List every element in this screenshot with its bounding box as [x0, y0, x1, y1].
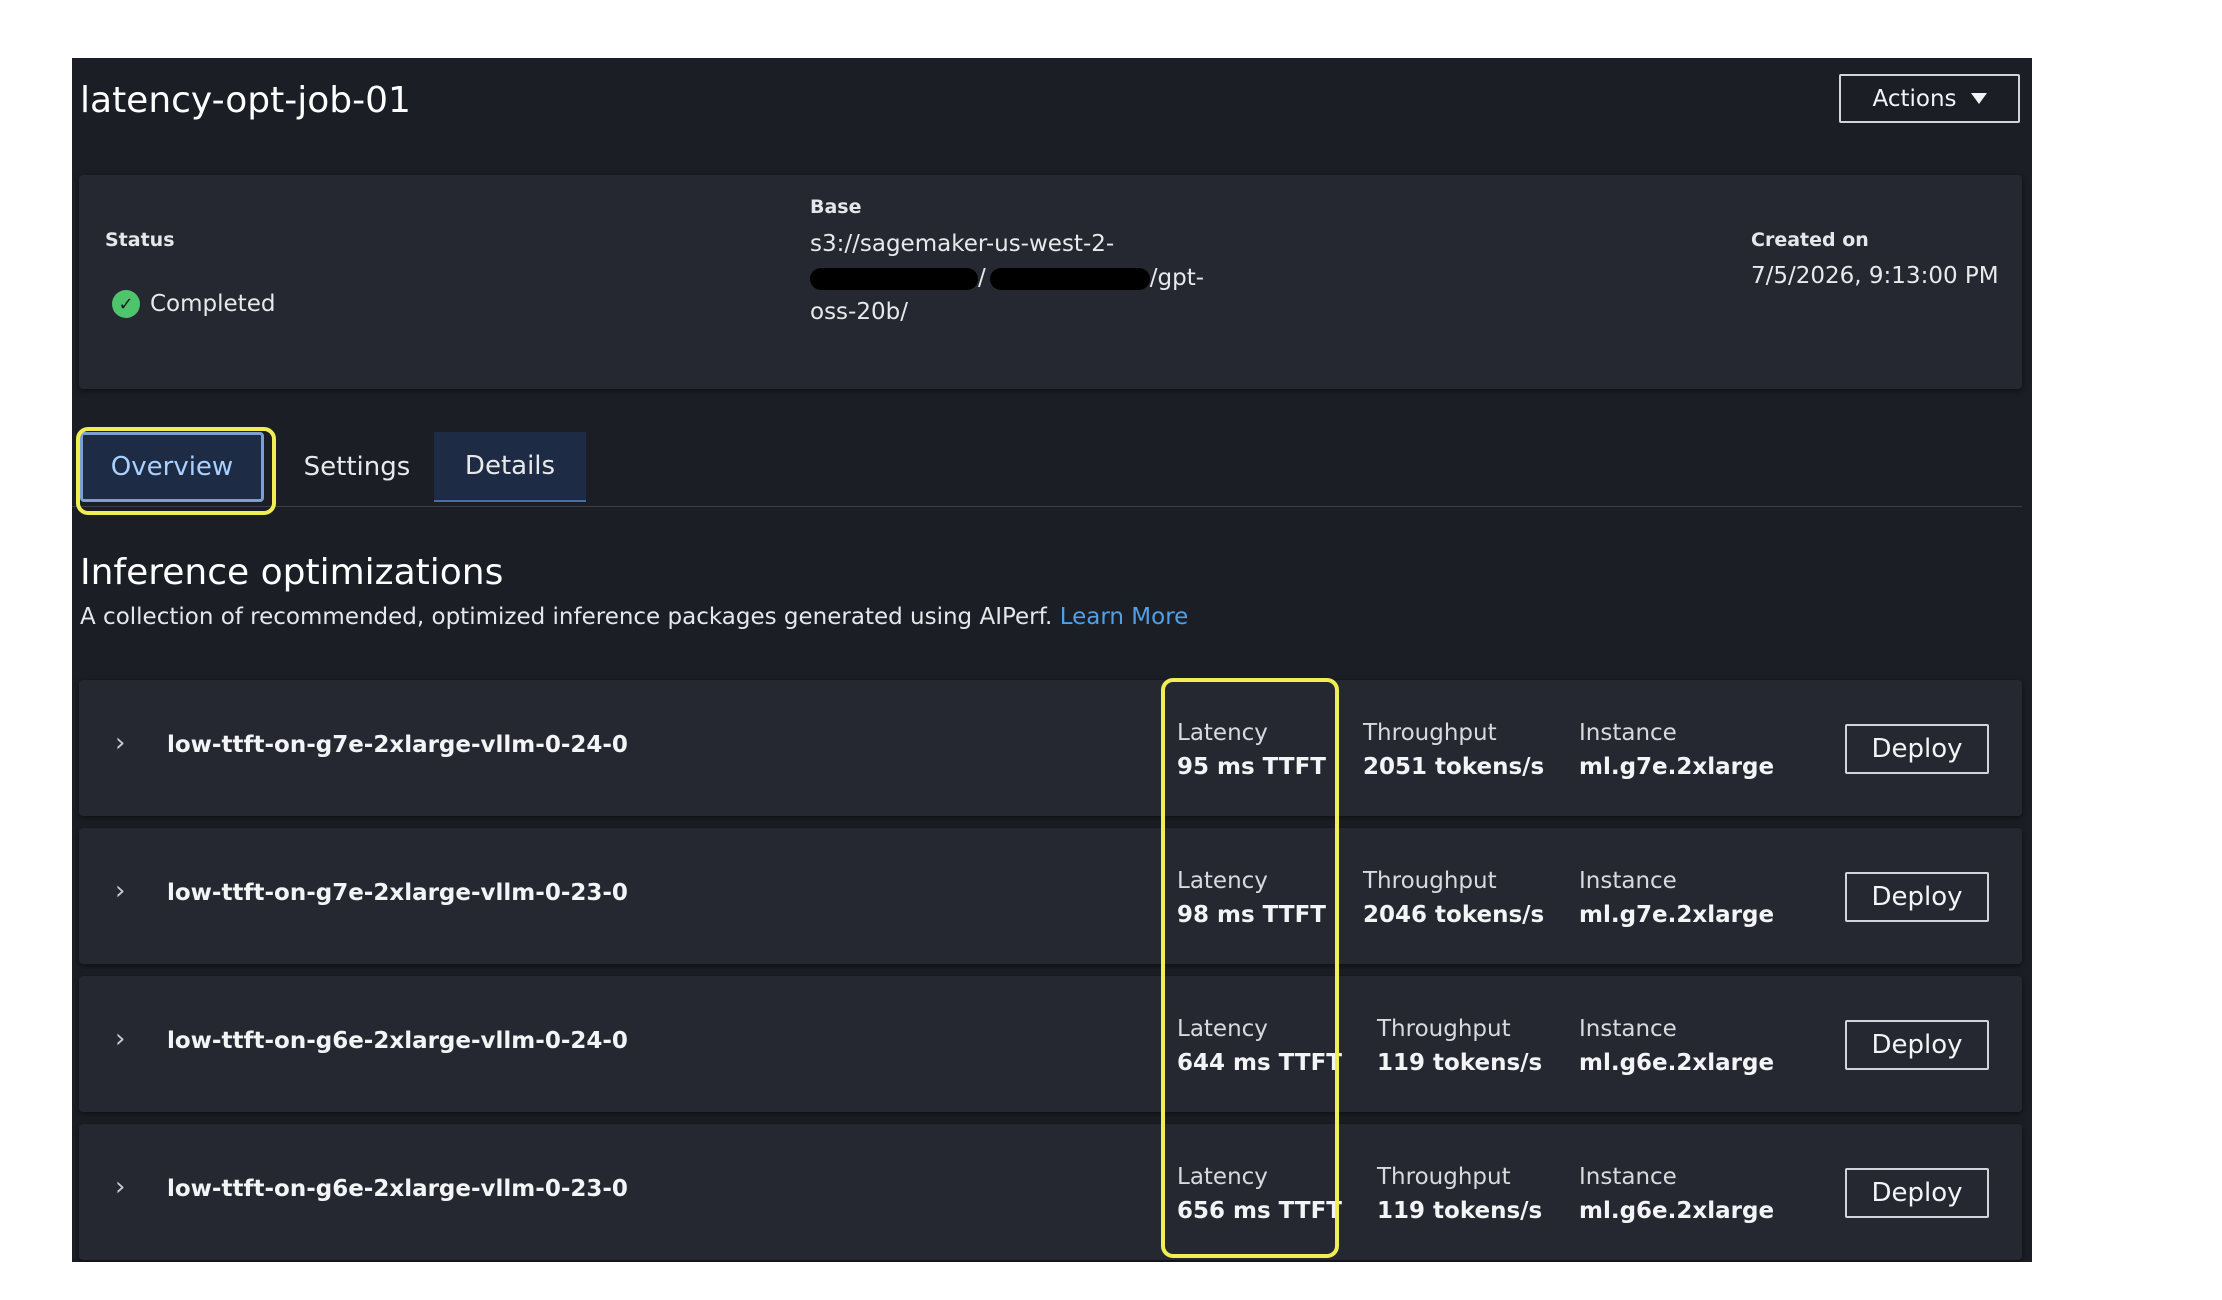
caret-down-icon [1970, 93, 1987, 104]
chevron-right-icon[interactable]: › [115, 728, 125, 758]
created-label: Created on [1751, 229, 1869, 251]
throughput-value: 119 tokens/s [1377, 1198, 1543, 1224]
latency-label: Latency [1177, 720, 1268, 746]
instance-value: ml.g6e.2xlarge [1579, 1198, 1775, 1224]
status-value: ✓ Completed [112, 290, 275, 318]
actions-label: Actions [1872, 85, 1957, 112]
instance-metric: Instance ml.g7e.2xlarge [1579, 716, 1774, 784]
package-name: low-ttft-on-g7e-2xlarge-vllm-0-24-0 [167, 732, 628, 758]
instance-metric: Instance ml.g7e.2xlarge [1579, 864, 1774, 932]
base-separator: / [978, 265, 986, 291]
throughput-metric: Throughput 2046 tokens/s [1363, 864, 1544, 932]
tab-overview[interactable]: Overview [80, 432, 264, 502]
package-name: low-ttft-on-g6e-2xlarge-vllm-0-24-0 [167, 1028, 628, 1054]
actions-button[interactable]: Actions [1839, 74, 2020, 123]
learn-more-link[interactable]: Learn More [1060, 604, 1189, 630]
status-text: Completed [150, 291, 276, 317]
throughput-value: 2046 tokens/s [1363, 902, 1545, 928]
job-details-page: latency-opt-job-01 Actions Status ✓ Comp… [72, 58, 2032, 1262]
throughput-label: Throughput [1377, 1164, 1511, 1190]
throughput-label: Throughput [1363, 868, 1497, 894]
package-name: low-ttft-on-g6e-2xlarge-vllm-0-23-0 [167, 1176, 628, 1202]
instance-value: ml.g7e.2xlarge [1579, 902, 1775, 928]
base-value: s3://sagemaker-us-west-2- / /gpt- oss-20b… [810, 227, 1204, 329]
throughput-value: 2051 tokens/s [1363, 754, 1545, 780]
latency-value: 95 ms TTFT [1177, 754, 1326, 780]
chevron-right-icon[interactable]: › [115, 1172, 125, 1202]
instance-label: Instance [1579, 1164, 1677, 1190]
tab-bar: Overview Settings Details [72, 426, 2022, 507]
latency-value: 656 ms TTFT [1177, 1198, 1342, 1224]
list-item: › low-ttft-on-g7e-2xlarge-vllm-0-24-0 La… [79, 680, 2022, 816]
throughput-metric: Throughput 2051 tokens/s [1363, 716, 1544, 784]
redacted-account-id [810, 267, 978, 290]
latency-label: Latency [1177, 868, 1268, 894]
instance-label: Instance [1579, 1016, 1677, 1042]
base-line-1: s3://sagemaker-us-west-2- [810, 231, 1115, 257]
page-title: latency-opt-job-01 [80, 80, 411, 121]
instance-metric: Instance ml.g6e.2xlarge [1579, 1012, 1774, 1080]
latency-value: 98 ms TTFT [1177, 902, 1326, 928]
base-line-3: oss-20b/ [810, 299, 908, 325]
latency-label: Latency [1177, 1164, 1268, 1190]
instance-label: Instance [1579, 868, 1677, 894]
latency-metric: Latency 98 ms TTFT [1177, 864, 1326, 932]
instance-label: Instance [1579, 720, 1677, 746]
check-circle-icon: ✓ [112, 290, 140, 318]
description-text: A collection of recommended, optimized i… [80, 604, 1053, 630]
tab-settings[interactable]: Settings [272, 432, 442, 502]
latency-metric: Latency 644 ms TTFT [1177, 1012, 1342, 1080]
throughput-label: Throughput [1363, 720, 1497, 746]
tab-details[interactable]: Details [434, 432, 586, 502]
latency-label: Latency [1177, 1016, 1268, 1042]
list-item: › low-ttft-on-g6e-2xlarge-vllm-0-23-0 La… [79, 1124, 2022, 1260]
list-item: › low-ttft-on-g7e-2xlarge-vllm-0-23-0 La… [79, 828, 2022, 964]
list-item: › low-ttft-on-g6e-2xlarge-vllm-0-24-0 La… [79, 976, 2022, 1112]
redacted-path [989, 267, 1150, 290]
deploy-button[interactable]: Deploy [1845, 872, 1989, 922]
instance-value: ml.g7e.2xlarge [1579, 754, 1775, 780]
throughput-metric: Throughput 119 tokens/s [1377, 1012, 1542, 1080]
created-value: 7/5/2026, 9:13:00 PM [1751, 263, 1999, 289]
package-name: low-ttft-on-g7e-2xlarge-vllm-0-23-0 [167, 880, 628, 906]
latency-metric: Latency 95 ms TTFT [1177, 716, 1326, 784]
status-label: Status [105, 229, 175, 251]
deploy-button[interactable]: Deploy [1845, 724, 1989, 774]
throughput-value: 119 tokens/s [1377, 1050, 1543, 1076]
base-label: Base [810, 196, 862, 218]
section-title: Inference optimizations [80, 552, 504, 593]
base-line-2-end: /gpt- [1149, 265, 1205, 291]
section-description: A collection of recommended, optimized i… [80, 604, 1188, 630]
latency-metric: Latency 656 ms TTFT [1177, 1160, 1342, 1228]
chevron-right-icon[interactable]: › [115, 876, 125, 906]
instance-value: ml.g6e.2xlarge [1579, 1050, 1775, 1076]
summary-panel: Status ✓ Completed Base s3://sagemaker-u… [79, 175, 2022, 389]
instance-metric: Instance ml.g6e.2xlarge [1579, 1160, 1774, 1228]
deploy-button[interactable]: Deploy [1845, 1168, 1989, 1218]
base-line-2: / /gpt- [810, 261, 1204, 295]
deploy-button[interactable]: Deploy [1845, 1020, 1989, 1070]
throughput-metric: Throughput 119 tokens/s [1377, 1160, 1542, 1228]
throughput-label: Throughput [1377, 1016, 1511, 1042]
latency-value: 644 ms TTFT [1177, 1050, 1342, 1076]
chevron-right-icon[interactable]: › [115, 1024, 125, 1054]
